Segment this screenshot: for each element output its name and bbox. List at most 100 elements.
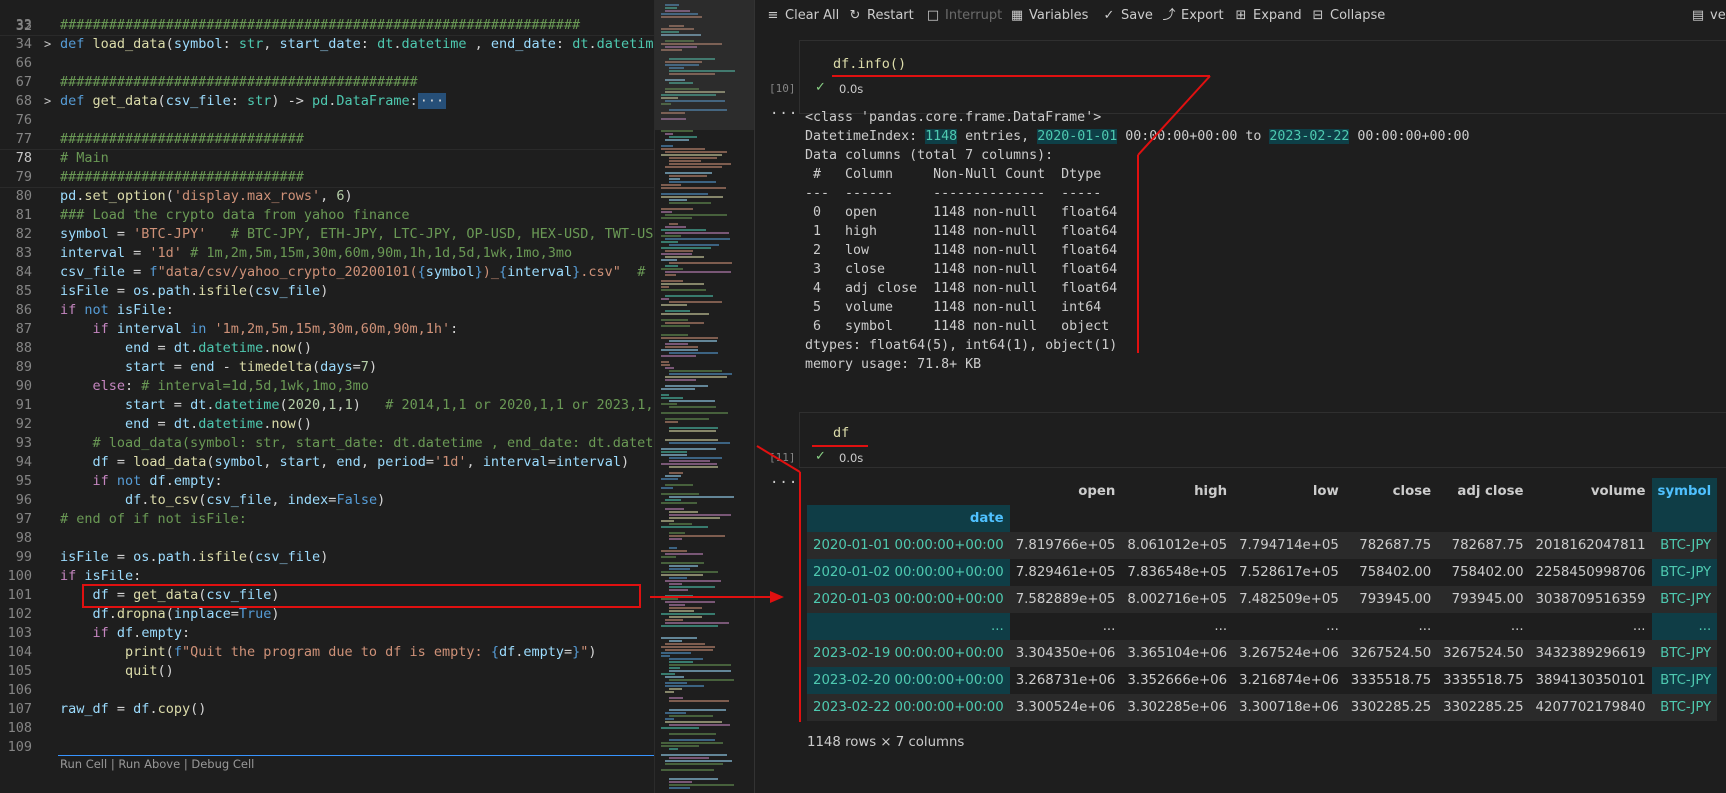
code-token: str xyxy=(246,93,272,109)
minimap-line xyxy=(669,670,731,672)
code-line: 110 # %% xyxy=(0,774,654,793)
minimap[interactable] xyxy=(654,0,754,793)
restart-button[interactable]: ↻ Restart xyxy=(847,7,914,25)
codelens-run-cell[interactable]: Run Cell | Run Above | Debug Cell xyxy=(60,757,254,771)
code-token: ) xyxy=(588,644,597,660)
code-line[interactable]: 103 if df.empty: xyxy=(0,624,654,643)
code-line[interactable]: 77 ############################## xyxy=(0,130,654,149)
code-line[interactable]: 108 xyxy=(0,719,654,738)
code-token: isfile xyxy=(198,283,248,299)
code-token: .csv" xyxy=(580,264,621,280)
table-cell: 3.302285e+06 xyxy=(1121,694,1234,721)
code-line[interactable]: 34 > def load_data(symbol: str, start_date… xyxy=(0,35,654,54)
minimap-line xyxy=(669,787,690,789)
minimap-line xyxy=(669,709,726,711)
minimap-line xyxy=(661,397,683,399)
save-button[interactable]: ✓ Save xyxy=(1101,7,1153,25)
expand-button[interactable]: ⊞ Expand xyxy=(1233,7,1302,25)
minimap-line xyxy=(665,508,684,510)
code-line[interactable]: 33 ######################################… xyxy=(0,16,654,35)
interrupt-button[interactable]: □ Interrupt xyxy=(925,7,1002,25)
minimap-line xyxy=(661,184,681,186)
code-line[interactable]: 85 isFile = os.path.isfile(csv_file) xyxy=(0,282,654,301)
code-token: isfile xyxy=(198,549,248,565)
code-line[interactable]: 107 raw_df = df.copy() xyxy=(0,700,654,719)
minimap-line xyxy=(661,361,669,363)
code-line[interactable]: 97 # end of if not isFile: xyxy=(0,510,654,529)
code-cell[interactable] xyxy=(799,40,1726,114)
code-line[interactable]: 80 pd.set_option('display.max_rows', 6) xyxy=(0,187,654,206)
variables-button[interactable]: ▦ Variables xyxy=(1009,7,1089,25)
minimap-line xyxy=(661,286,669,288)
folded-region-marker[interactable]: ··· xyxy=(417,93,447,109)
code-line[interactable]: 98 xyxy=(0,529,654,548)
code-line[interactable]: 67 ######################################… xyxy=(0,73,654,92)
code-line[interactable]: 91 start = dt.datetime(2020,1,1) # 2014,… xyxy=(0,396,654,415)
code-line[interactable]: 76 xyxy=(0,111,654,130)
code-cell[interactable] xyxy=(799,412,1726,468)
code-line[interactable]: 102 df.dropna(inplace=True) xyxy=(0,605,654,624)
minimap-line xyxy=(669,748,678,750)
code-line[interactable]: 84 csv_file = f"data/csv/yahoo_crypto_202… xyxy=(0,263,654,282)
code-token: start xyxy=(279,454,321,470)
code-line[interactable]: 104 print(f"Quit the program due to df i… xyxy=(0,643,654,662)
code-token: empty xyxy=(141,625,182,641)
code-line[interactable]: 100 if isFile: xyxy=(0,567,654,586)
export-button[interactable]: ⤴ Export xyxy=(1161,7,1223,25)
code-line[interactable]: 101 df = get_data(csv_file) xyxy=(0,586,654,605)
code-line[interactable]: 93 # load_data(symbol: str, start_date: … xyxy=(0,434,654,453)
code-line[interactable]: 94 df = load_data(symbol, start, end, pe… xyxy=(0,453,654,472)
code-line[interactable]: 83 interval = '1d' # 1m,2m,5m,15m,30m,60m… xyxy=(0,244,654,263)
code-token: 1 xyxy=(344,397,353,413)
code-line[interactable]: 92 end = dt.datetime.now() xyxy=(0,415,654,434)
code-token: df xyxy=(498,644,516,660)
code-line[interactable]: 79 ############################## xyxy=(0,168,654,187)
code-line[interactable]: 96 df.to_csv(csv_file, index=False) xyxy=(0,491,654,510)
clear-all-button[interactable]: ≡ Clear All xyxy=(765,7,840,25)
code-token: : xyxy=(555,36,573,52)
code-line[interactable]: 89 start = end - timedelta(days=7) xyxy=(0,358,654,377)
output-more-icon[interactable]: ··· xyxy=(770,475,798,491)
code-editor[interactable]: 32 33 ###################################… xyxy=(0,0,654,793)
code-line[interactable]: 105 quit() xyxy=(0,662,654,681)
table-row: 2020-01-02 00:00:00+00:00 7.829461e+05 7.8… xyxy=(807,559,1718,586)
code-token: = xyxy=(165,359,191,375)
fold-chevron-icon[interactable]: > xyxy=(44,35,51,54)
minimap-line xyxy=(665,484,693,486)
code-line[interactable]: 82 symbol = 'BTC-JPY' # BTC-JPY, ETH-JPY,… xyxy=(0,225,654,244)
code-line[interactable]: 66 xyxy=(0,54,654,73)
minimap-viewport-slider[interactable] xyxy=(655,0,754,130)
cell-code[interactable]: df xyxy=(833,425,849,441)
code-token: ( xyxy=(247,549,256,565)
minimap-line xyxy=(661,208,693,210)
collapse-button[interactable]: ⊟ Collapse xyxy=(1310,7,1386,25)
code-token: def xyxy=(60,93,93,109)
code-token: . xyxy=(588,36,597,52)
code-line[interactable]: 90 else: # interval=1d,5d,1wk,1mo,3mo xyxy=(0,377,654,396)
code-line[interactable]: 106 xyxy=(0,681,654,700)
index-cell: 2023-02-22 00:00:00+00:00 xyxy=(807,694,1010,721)
minimap-line xyxy=(669,589,688,591)
code-token: : xyxy=(165,302,174,318)
minimap-line xyxy=(661,304,687,306)
line-number: 80 xyxy=(15,188,32,204)
kernel-picker[interactable]: ▤ ve xyxy=(1690,7,1726,25)
code-line[interactable]: 87 if interval in '1m,2m,5m,15m,30m,60m,… xyxy=(0,320,654,339)
line-number: 93 xyxy=(15,435,32,451)
minimap-line xyxy=(669,664,731,666)
code-line[interactable]: 95 if not df.empty: xyxy=(0,472,654,491)
code-line[interactable]: 78 # Main xyxy=(0,149,654,168)
minimap-line xyxy=(665,151,727,153)
fold-chevron-icon[interactable]: > xyxy=(44,92,51,111)
cell-code[interactable]: df.info() xyxy=(833,56,906,72)
code-line[interactable]: 88 end = dt.datetime.now() xyxy=(0,339,654,358)
clear-all-label: Clear All xyxy=(785,8,840,23)
code-line[interactable]: 86 if not isFile: xyxy=(0,301,654,320)
code-line[interactable]: 68 > def get_data(csv_file: str) -> pd.Dat… xyxy=(0,92,654,111)
code-line[interactable]: 81 ### Load the crypto data from yahoo fi… xyxy=(0,206,654,225)
code-line[interactable]: 99 isFile = os.path.isfile(csv_file) xyxy=(0,548,654,567)
output-more-icon[interactable]: ··· xyxy=(770,106,798,122)
